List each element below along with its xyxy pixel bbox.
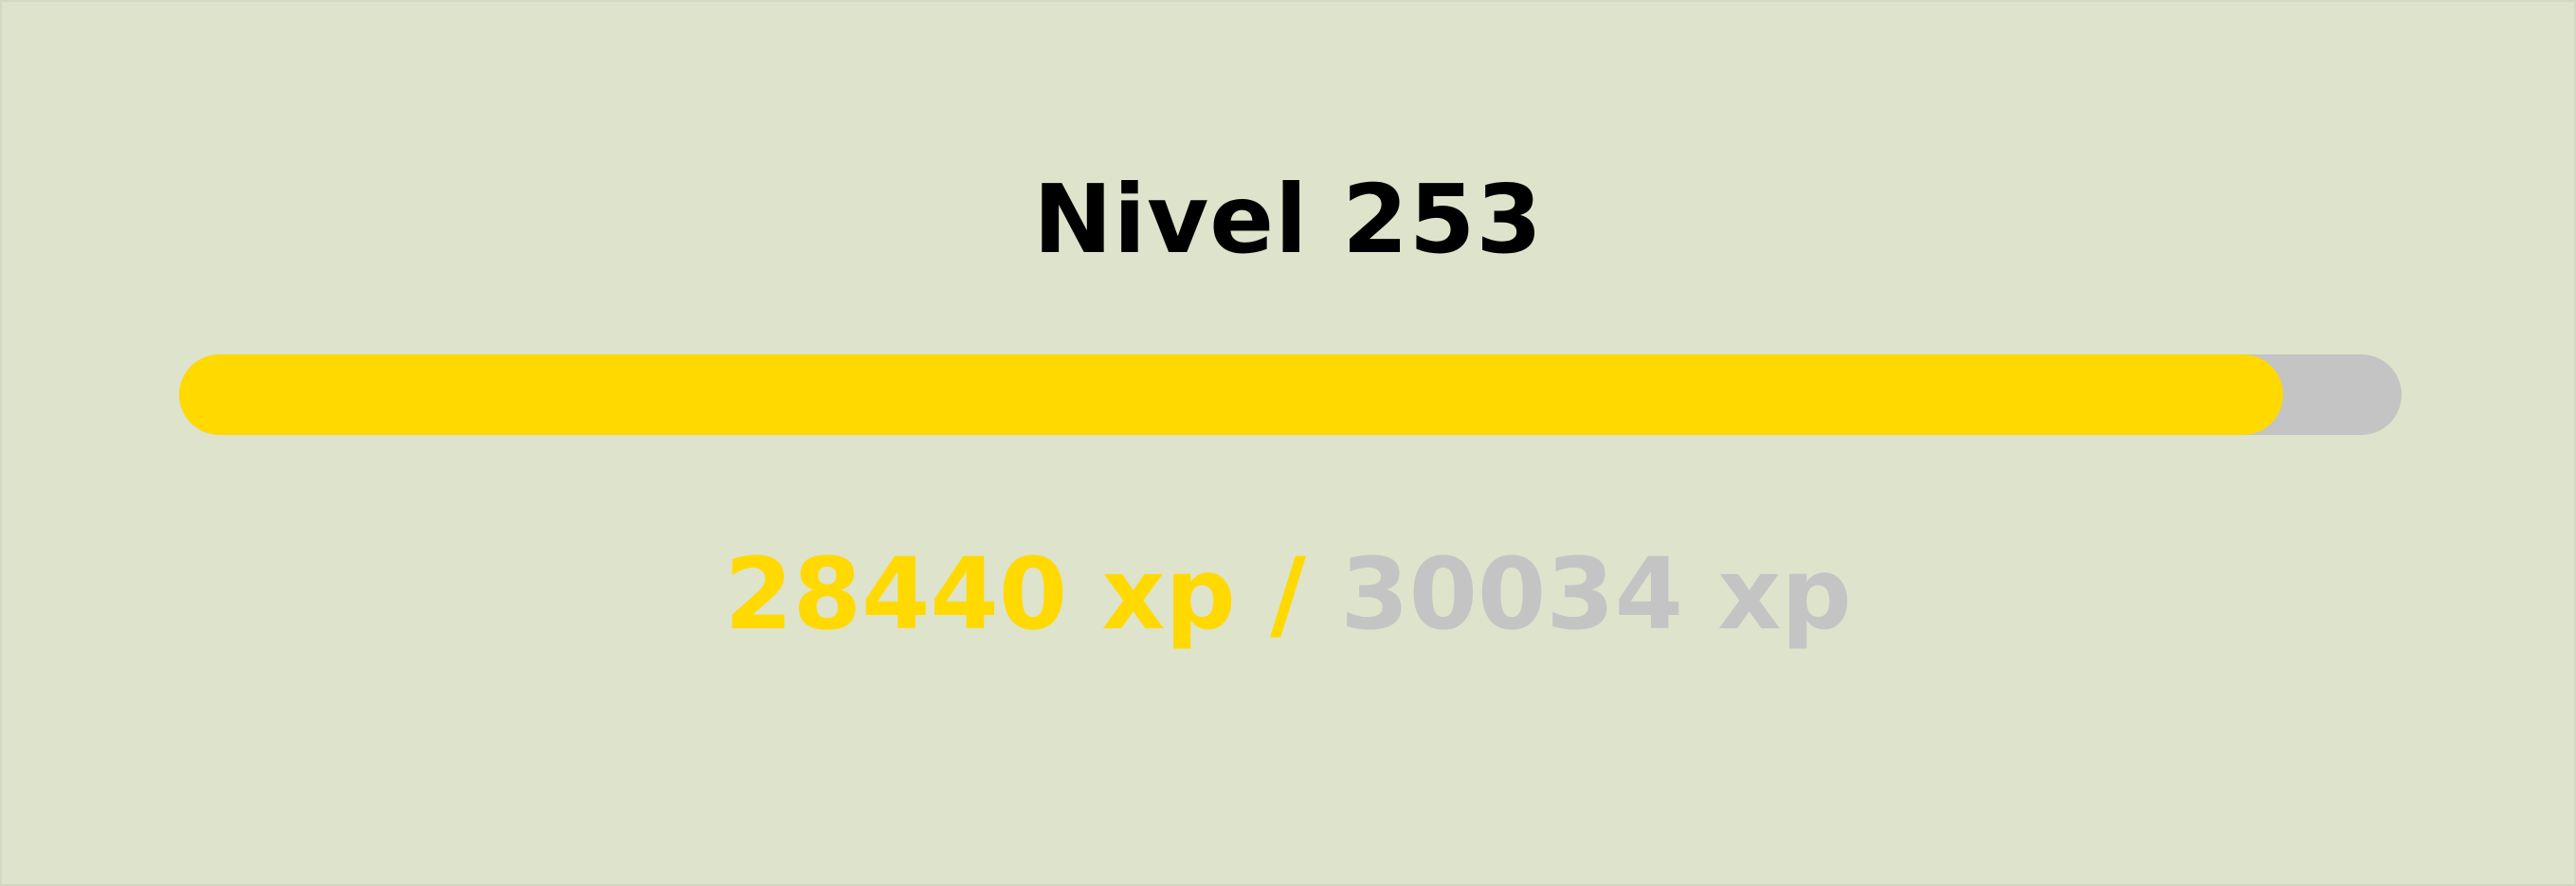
xp-progress-fill [179, 354, 2284, 435]
xp-progress-bar [179, 354, 2402, 435]
xp-readout: 28440 xp / 30034 xp [2, 533, 2574, 656]
level-title: Nivel 253 [1033, 164, 1543, 275]
level-progress-panel: Nivel 253 28440 xp / 30034 xp [0, 0, 2576, 886]
xp-current: 28440 xp / [724, 536, 1306, 652]
xp-required: 30034 xp [1340, 536, 1852, 652]
